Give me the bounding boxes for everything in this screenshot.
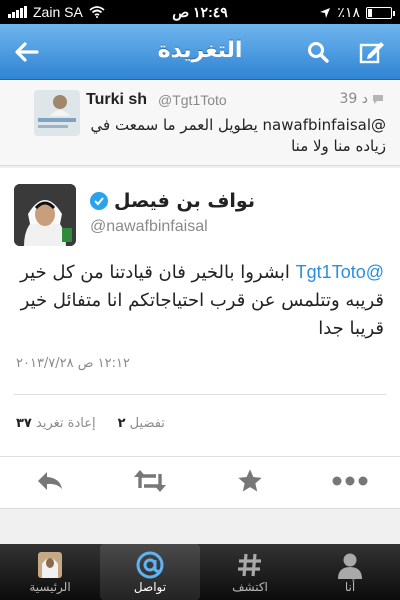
search-button[interactable] (300, 34, 336, 70)
tab-bar: الرئيسية تواصل اكتشف أنا (0, 544, 400, 600)
tweet-timestamp: ١٢:١٢ ص ٢٠١٣/٧/٢٨ (16, 356, 130, 371)
reply-author-handle[interactable]: @Tgt1Toto (158, 92, 227, 108)
reply-tweet-text: @nawafbinfaisal يطويل العمر ما سمعت في ز… (90, 116, 386, 155)
tab-home-label: الرئيسية (29, 580, 71, 594)
favorites-label: تفضيل (129, 416, 165, 431)
tweet-detail: نواف بن فيصل @nawafbinfaisal @Tgt1Toto ا… (0, 168, 400, 508)
reply-avatar[interactable] (34, 90, 80, 136)
at-icon (135, 550, 165, 580)
divider (14, 394, 386, 395)
mention-link[interactable]: @Tgt1Toto (296, 262, 384, 282)
battery-percent: ٪١٨ (337, 4, 360, 20)
more-icon (332, 476, 368, 486)
location-icon (320, 7, 331, 18)
page-title: التغريدة (157, 38, 243, 63)
star-icon (238, 469, 262, 492)
favorites-count: ٢ (117, 416, 126, 431)
favorites-stat[interactable]: تفضيل ٢ (118, 416, 165, 431)
person-icon (336, 550, 364, 580)
verified-badge-icon (90, 192, 108, 210)
more-button[interactable] (330, 464, 370, 498)
nav-bar: التغريدة (0, 24, 400, 80)
retweets-label: إعادة تغريد (36, 416, 96, 431)
reply-author-name[interactable]: Turki sh (86, 91, 147, 109)
status-bar: Zain SA ١٢:٤٩ ص ٪١٨ (0, 0, 400, 24)
reply-time-text: 39 د (339, 91, 369, 107)
tab-connect-label: تواصل (133, 580, 167, 594)
author-name-row[interactable]: نواف بن فيصل (90, 190, 255, 212)
tab-discover-label: اكتشف (232, 580, 268, 594)
reply-button[interactable] (30, 464, 70, 498)
author-name[interactable]: نواف بن فيصل (114, 190, 255, 212)
tab-connect[interactable]: تواصل (100, 544, 200, 600)
author-avatar[interactable] (14, 184, 76, 246)
home-icon (30, 550, 70, 580)
divider (0, 456, 400, 457)
reply-icon (38, 472, 62, 490)
divider (0, 508, 400, 509)
in-reply-to-tweet[interactable]: Turki sh @Tgt1Toto 39 د @nawafbinfaisal … (0, 80, 400, 166)
author-handle[interactable]: @nawafbinfaisal (90, 218, 208, 236)
retweet-icon (134, 470, 166, 492)
tweet-text: @Tgt1Toto ابشروا بالخير فان قيادتنا من ك… (18, 258, 384, 348)
tweet-stats: إعادة تغريد ٣٧ تفضيل ٢ (16, 416, 165, 431)
hashtag-icon (236, 550, 264, 580)
reply-timestamp: 39 د (340, 91, 385, 107)
battery-icon (366, 6, 395, 19)
search-icon (308, 42, 329, 63)
retweets-stat[interactable]: إعادة تغريد ٣٧ (16, 416, 96, 431)
tab-me-label: أنا (344, 580, 356, 594)
tab-me[interactable]: أنا (300, 544, 400, 600)
compose-icon (359, 42, 384, 64)
favorite-button[interactable] (230, 464, 270, 498)
compose-button[interactable] (354, 34, 390, 70)
retweets-count: ٣٧ (16, 416, 32, 431)
battery-fill (368, 8, 372, 17)
tab-home[interactable]: الرئيسية (0, 544, 100, 600)
speech-bubble-icon (373, 94, 383, 104)
tab-discover[interactable]: اكتشف (200, 544, 300, 600)
retweet-button[interactable] (130, 464, 170, 498)
